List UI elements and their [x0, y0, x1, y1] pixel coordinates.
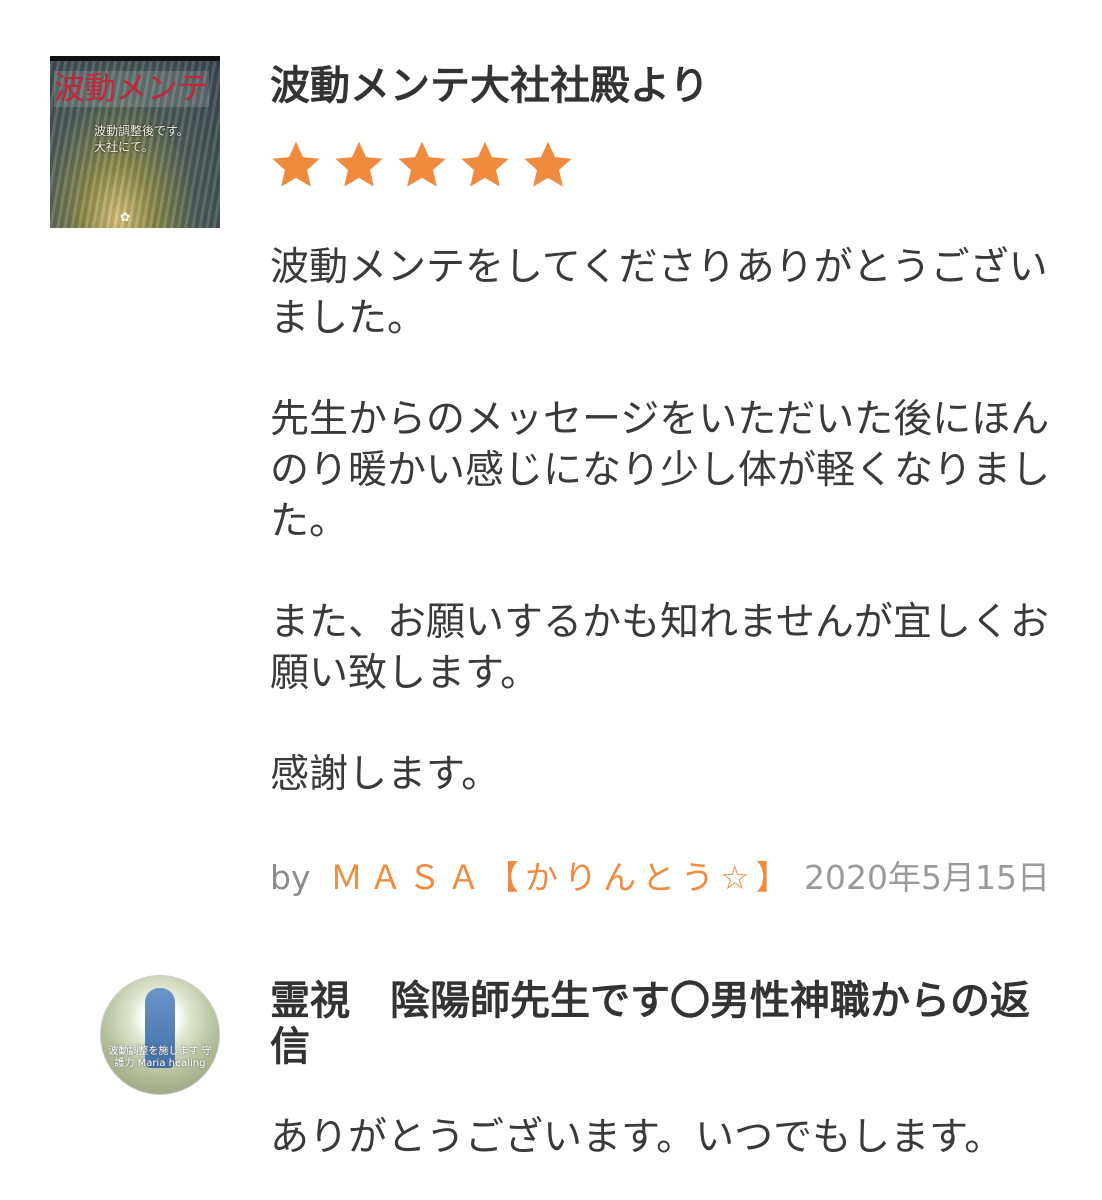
reply-body: ありがとうございます。いつでもします。	[270, 1115, 1004, 1160]
star-rating	[268, 138, 576, 192]
review-byline: by ＭＡＳＡ【かりんとう☆】 2020年5月15日	[270, 856, 1070, 900]
avatar-caption: 波動調整を施します 守護力 Maria healing	[108, 1046, 212, 1069]
thumbnail-mark-icon: ✿	[119, 210, 131, 224]
thumbnail-title: 波動メンテ	[54, 71, 209, 107]
author-link[interactable]: ＭＡＳＡ【かりんとう☆】	[330, 856, 795, 900]
reply-avatar[interactable]: 波動調整を施します 守護力 Maria healing	[100, 975, 220, 1095]
star-icon	[272, 141, 320, 187]
star-icon	[461, 141, 509, 187]
review-page: 波動メンテ 波動調整後です。大社にて。 ✿ 波動メンテ大社社殿より 波動メンテを…	[0, 0, 1102, 1200]
review-body: 波動メンテをしてくださりありがとうございました。 先生からのメッセージをいただい…	[270, 242, 1060, 850]
review-title: 波動メンテ大社社殿より	[270, 63, 710, 109]
review-date: 2020年5月15日	[804, 858, 1050, 897]
star-icon	[398, 141, 446, 187]
review-paragraph: 波動メンテをしてくださりありがとうございました。	[270, 245, 1048, 341]
review-paragraph: 感謝します。	[270, 752, 501, 797]
star-icon	[524, 141, 572, 187]
review-paragraph: 先生からのメッセージをいただいた後にほんのり暖かい感じになり少し体が軽くなりまし…	[270, 397, 1051, 544]
review-paragraph: また、お願いするかも知れませんが宜しくお願い致します。	[270, 600, 1049, 696]
review-thumbnail[interactable]: 波動メンテ 波動調整後です。大社にて。 ✿	[50, 56, 220, 228]
reply-title: 霊視 陰陽師先生です〇男性神職からの返信	[270, 978, 1030, 1070]
star-icon	[335, 141, 383, 187]
thumbnail-subtitle: 波動調整後です。大社にて。	[94, 124, 189, 154]
by-label: by	[270, 858, 311, 897]
